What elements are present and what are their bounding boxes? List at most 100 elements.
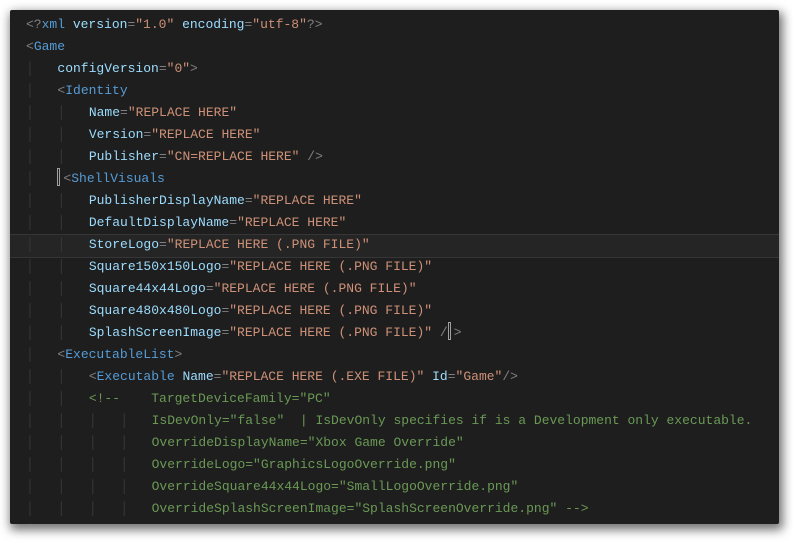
code-line[interactable]: │ <Identity	[26, 80, 779, 102]
code-token: "REPLACE HERE (.PNG FILE)"	[229, 303, 432, 318]
indent-guide: │	[57, 146, 65, 168]
indent-guide: │	[57, 278, 65, 300]
indent-guide: │	[26, 300, 34, 322]
indent-guide: │	[26, 124, 34, 146]
code-line[interactable]: │ │ │ │ OverrideDisplayName="Xbox Game O…	[26, 432, 779, 454]
text-cursor	[449, 323, 450, 339]
code-token: >	[174, 347, 182, 362]
code-token: Game	[34, 39, 65, 54]
code-line[interactable]: │ │ Name="REPLACE HERE"	[26, 102, 779, 124]
indent-guide: │	[26, 410, 34, 432]
indent-guide: │	[26, 278, 34, 300]
code-token: "REPLACE HERE (.PNG FILE)"	[214, 281, 417, 296]
code-token: "REPLACE HERE (.PNG FILE)"	[229, 259, 432, 274]
indent-guide: │	[26, 102, 34, 124]
code-token: >	[190, 61, 198, 76]
code-token: Version	[89, 127, 144, 142]
code-token: >	[182, 523, 190, 524]
code-token: />	[299, 149, 322, 164]
indent-guide: │	[57, 212, 65, 234]
code-token: configVersion	[57, 61, 158, 76]
indent-guide: │	[26, 388, 34, 410]
code-token: ?>	[307, 17, 323, 32]
code-token: <	[89, 369, 97, 384]
indent-guide: │	[57, 388, 65, 410]
code-token: "Game"	[456, 369, 503, 384]
text-cursor	[58, 169, 59, 185]
code-token: </	[57, 523, 73, 524]
code-line[interactable]: │ │ <Executable Name="REPLACE HERE (.EXE…	[26, 366, 779, 388]
code-token: encoding	[182, 17, 244, 32]
code-token: "utf-8"	[252, 17, 307, 32]
code-line[interactable]: │ </ExecutableList>	[26, 520, 779, 524]
code-token: Executable	[97, 369, 183, 384]
code-token: "0"	[167, 61, 190, 76]
indent-guide: │	[57, 498, 65, 520]
code-token: OverrideDisplayName="Xbox Game Override"	[152, 435, 464, 450]
code-line[interactable]: │ │ Square44x44Logo="REPLACE HERE (.PNG …	[26, 278, 779, 300]
code-token: =	[120, 105, 128, 120]
code-line[interactable]: │ configVersion="0">	[26, 58, 779, 80]
code-line[interactable]: │ │ StoreLogo="REPLACE HERE (.PNG FILE)"	[26, 234, 779, 256]
indent-guide: │	[57, 366, 65, 388]
code-token: PublisherDisplayName	[89, 193, 245, 208]
code-line[interactable]: │ │ Version="REPLACE HERE"	[26, 124, 779, 146]
code-token: xml	[42, 17, 73, 32]
code-token: "REPLACE HERE"	[237, 215, 346, 230]
indent-guide: │	[26, 344, 34, 366]
code-token: ExecutableList	[65, 347, 174, 362]
code-line[interactable]: │ │ <!-- TargetDeviceFamily="PC"	[26, 388, 779, 410]
code-token: "REPLACE HERE"	[151, 127, 260, 142]
code-token: SplashScreenImage	[89, 325, 222, 340]
indent-guide: │	[26, 366, 34, 388]
code-token: <!-- TargetDeviceFamily="PC"	[89, 391, 331, 406]
indent-guide: │	[57, 454, 65, 476]
indent-guide: │	[26, 520, 34, 524]
code-token: =	[229, 215, 237, 230]
screenshot-frame: <?xml version="1.0" encoding="utf-8"?><G…	[0, 0, 793, 542]
indent-guide: │	[26, 234, 34, 256]
indent-guide: │	[26, 190, 34, 212]
code-line[interactable]: │ │ │ │ OverrideSquare44x44Logo="SmallLo…	[26, 476, 779, 498]
indent-guide: │	[120, 476, 128, 498]
code-token: /	[432, 325, 448, 340]
code-line[interactable]: │ │ DefaultDisplayName="REPLACE HERE"	[26, 212, 779, 234]
indent-guide: │	[89, 432, 97, 454]
indent-guide: │	[89, 410, 97, 432]
indent-guide: │	[26, 168, 34, 190]
code-line[interactable]: │ │ │ │ OverrideSplashScreenImage="Splas…	[26, 498, 779, 520]
code-line[interactable]: │ │ Publisher="CN=REPLACE HERE" />	[26, 146, 779, 168]
code-line[interactable]: │ │ Square150x150Logo="REPLACE HERE (.PN…	[26, 256, 779, 278]
indent-guide: │	[57, 124, 65, 146]
indent-guide: │	[26, 432, 34, 454]
code-token: Publisher	[89, 149, 159, 164]
indent-guide: │	[57, 432, 65, 454]
indent-guide: │	[57, 102, 65, 124]
code-token: version	[73, 17, 128, 32]
code-line[interactable]: <?xml version="1.0" encoding="utf-8"?>	[26, 14, 779, 36]
indent-guide: │	[120, 432, 128, 454]
code-line[interactable]: │ │ PublisherDisplayName="REPLACE HERE"	[26, 190, 779, 212]
code-line[interactable]: │ │ SplashScreenImage="REPLACE HERE (.PN…	[26, 322, 779, 344]
indent-guide: │	[57, 476, 65, 498]
code-line[interactable]: <Game	[26, 36, 779, 58]
code-token: IsDevOnly="false" | IsDevOnly specifies …	[152, 413, 753, 428]
code-editor[interactable]: <?xml version="1.0" encoding="utf-8"?><G…	[10, 10, 779, 524]
indent-guide: │	[57, 322, 65, 344]
indent-guide: │	[26, 80, 34, 102]
code-line[interactable]: │ <ShellVisuals	[26, 168, 779, 190]
code-token: =	[159, 61, 167, 76]
code-line[interactable]: │ │ Square480x480Logo="REPLACE HERE (.PN…	[26, 300, 779, 322]
code-token: Square150x150Logo	[89, 259, 222, 274]
code-token: =	[448, 369, 456, 384]
code-line[interactable]: │ │ │ │ OverrideLogo="GraphicsLogoOverri…	[26, 454, 779, 476]
code-token: <?	[26, 17, 42, 32]
code-token: Square480x480Logo	[89, 303, 222, 318]
code-token: Identity	[65, 83, 127, 98]
code-line[interactable]: │ <ExecutableList>	[26, 344, 779, 366]
code-token: Square44x44Logo	[89, 281, 206, 296]
indent-guide: │	[26, 212, 34, 234]
code-line[interactable]: │ │ │ │ IsDevOnly="false" | IsDevOnly sp…	[26, 410, 779, 432]
indent-guide: │	[89, 476, 97, 498]
code-token: StoreLogo	[89, 237, 159, 252]
